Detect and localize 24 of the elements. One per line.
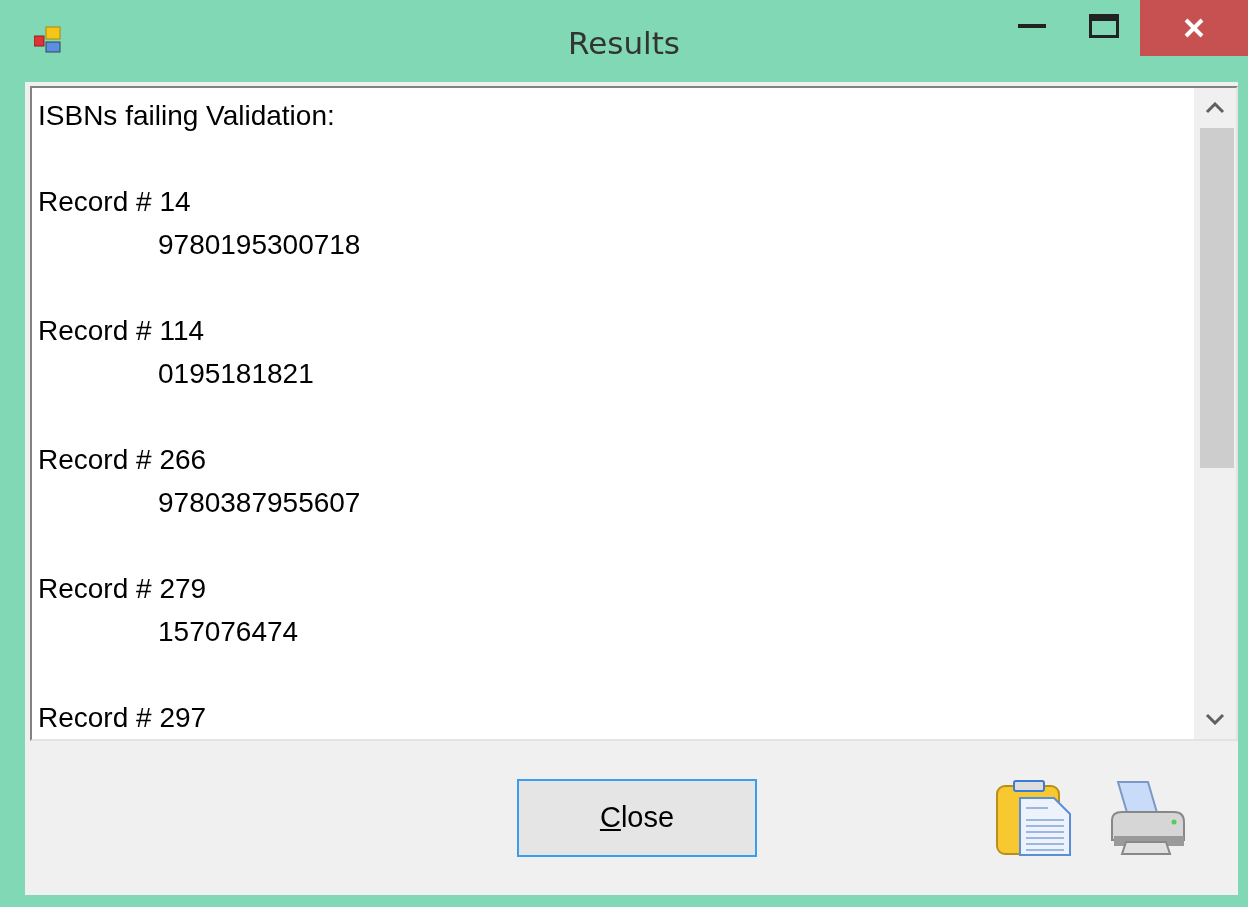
isbn-value: 9780195300718 <box>157 228 361 262</box>
record-label: Record # 14 <box>38 185 191 219</box>
isbn-value: 157076474 <box>157 615 299 649</box>
isbn-value: 0195181821 <box>157 357 314 391</box>
scroll-up-icon[interactable] <box>1205 102 1225 114</box>
maximize-icon <box>1089 14 1119 38</box>
window-title: Results <box>567 24 681 63</box>
close-button[interactable] <box>1140 0 1248 56</box>
close-icon <box>1183 17 1205 39</box>
printer-icon[interactable] <box>1108 780 1188 856</box>
record-label: Record # 297 <box>38 701 207 735</box>
app-icon <box>34 26 64 54</box>
heading-text: ISBNs failing Validation: <box>38 99 335 133</box>
isbn-value: 9780387955607 <box>157 486 361 520</box>
minimize-icon <box>1018 23 1046 29</box>
close-dialog-button[interactable]: Close <box>517 779 757 857</box>
record-label: Record # 266 <box>38 443 207 477</box>
vertical-scrollbar[interactable] <box>1194 88 1236 739</box>
record-label: Record # 279 <box>38 572 207 606</box>
results-text-box[interactable]: ISBNs failing Validation: Record # 14 9780195300718 Record # 114 0195181821 Record # 266 9780387955607 Record # 279 157076474 Record # 297 <box>30 86 1238 741</box>
scrollbar-thumb[interactable] <box>1200 128 1234 468</box>
scroll-down-icon[interactable] <box>1205 713 1225 725</box>
record-label: Record # 114 <box>38 314 205 348</box>
clipboard-icon[interactable] <box>996 780 1072 856</box>
